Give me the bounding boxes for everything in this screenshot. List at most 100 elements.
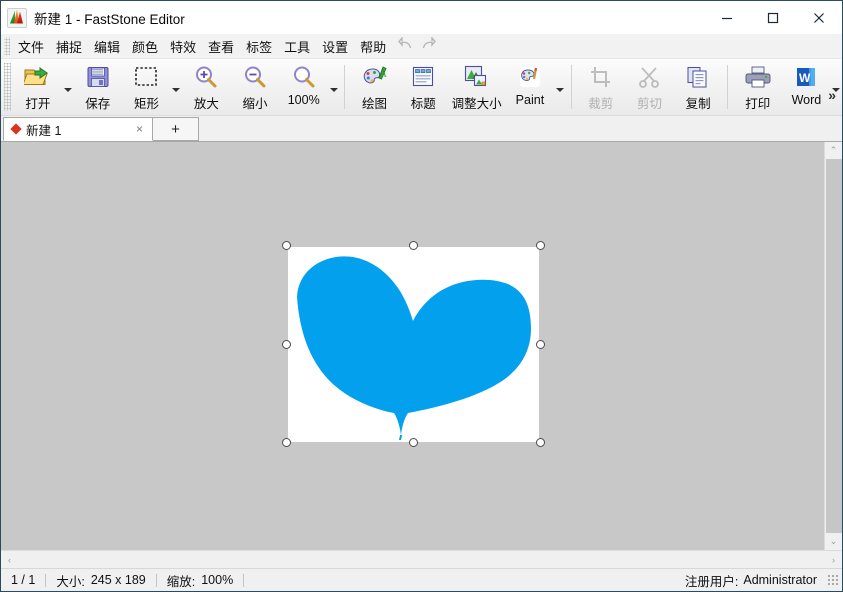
undo-icon[interactable] xyxy=(398,36,413,55)
menu-item-view[interactable]: 查看 xyxy=(202,35,240,58)
toolbar-label-rectangle: 矩形 xyxy=(133,97,159,111)
caption-icon xyxy=(411,64,435,90)
svg-text:A: A xyxy=(379,69,387,80)
tab-label: 新建 1 xyxy=(26,123,62,138)
selection-handle-bottom-left[interactable] xyxy=(282,438,291,447)
floppy-save-icon xyxy=(86,64,110,90)
vertical-scroll-trough[interactable] xyxy=(825,159,842,533)
window-title: 新建 1 - FastStone Editor xyxy=(34,11,185,27)
rectangle-dropdown-caret-icon[interactable] xyxy=(171,59,182,115)
faststone-editor-window: 新建 1 - FastStone Editor 文件 捕捉 编辑 颜色 特效 查… xyxy=(0,0,843,592)
status-zoom-label: 缩放: xyxy=(166,574,196,589)
toolbar-button-rectangle[interactable]: 矩形 xyxy=(122,59,171,115)
toolbar-label-paint: Paint xyxy=(515,93,545,107)
toolbar-button-print[interactable]: 打印 xyxy=(733,59,782,115)
title-bar: 新建 1 - FastStone Editor xyxy=(1,1,842,34)
menu-item-color[interactable]: 颜色 xyxy=(126,35,164,58)
toolbar-button-cut[interactable]: 剪切 xyxy=(625,59,674,115)
toolbar-button-zoom-out[interactable]: 缩小 xyxy=(231,59,280,115)
zoom-actual-icon xyxy=(292,64,316,90)
toolbar-button-zoom-actual[interactable]: 100% xyxy=(279,59,328,115)
toolbar-label-open: 打开 xyxy=(25,97,51,111)
toolbar-button-caption[interactable]: 标题 xyxy=(399,59,448,115)
resize-icon xyxy=(464,64,490,90)
menu-item-capture[interactable]: 捕捉 xyxy=(50,35,88,58)
toolbar-button-open[interactable]: 打开 xyxy=(14,59,63,115)
selection-handle-middle-left[interactable] xyxy=(282,340,291,349)
toolbar-label-zoom-in: 放大 xyxy=(193,97,219,111)
word-icon: W xyxy=(795,64,817,90)
status-bar: 1 / 1 大小: 245 x 189 缩放: 100% 注册用户: Admin… xyxy=(1,568,842,591)
faststone-logo-icon xyxy=(7,7,27,28)
toolbar: 打开 保存 矩形 放大 缩小 100% A 绘图 标题 调整大小 Paint 裁… xyxy=(1,59,842,116)
menu-item-help[interactable]: 帮助 xyxy=(354,35,392,58)
menu-drag-grip[interactable] xyxy=(4,37,10,55)
toolbar-label-caption: 标题 xyxy=(410,97,436,111)
tab-close-icon[interactable]: × xyxy=(133,122,146,136)
toolbar-button-copy[interactable]: 复制 xyxy=(674,59,723,115)
tab-modified-indicator-icon xyxy=(10,123,22,135)
menu-item-file[interactable]: 文件 xyxy=(12,35,50,58)
toolbar-label-draw: 绘图 xyxy=(362,97,388,111)
scroll-down-icon[interactable]: ⌄ xyxy=(825,533,842,550)
open-folder-icon xyxy=(23,64,52,90)
work-area: ⌃ ⌄ ‹ › xyxy=(1,142,842,568)
scroll-left-icon[interactable]: ‹ xyxy=(1,555,18,565)
zoom-dropdown-caret-icon[interactable] xyxy=(328,59,339,115)
minimize-icon[interactable] xyxy=(704,1,750,34)
window-controls xyxy=(704,1,842,34)
toolbar-label-save: 保存 xyxy=(85,97,111,111)
toolbar-button-draw[interactable]: A 绘图 xyxy=(350,59,399,115)
status-user-label: 注册用户: xyxy=(684,574,739,589)
toolbar-label-zoom-out: 缩小 xyxy=(242,97,268,111)
toolbar-label-cut: 剪切 xyxy=(636,97,662,111)
image-canvas[interactable] xyxy=(1,142,824,550)
selection-handle-top-left[interactable] xyxy=(282,241,291,250)
copy-icon xyxy=(686,64,710,90)
selection-frame[interactable] xyxy=(282,241,545,448)
toolbar-button-resize[interactable]: 调整大小 xyxy=(448,59,506,115)
redo-icon[interactable] xyxy=(421,36,437,55)
resize-grip-icon[interactable] xyxy=(827,574,839,586)
horizontal-scroll-trough[interactable] xyxy=(18,551,825,568)
status-zoom-value: 100% xyxy=(201,573,234,587)
selection-handle-bottom-center[interactable] xyxy=(409,438,418,447)
tab-new-1[interactable]: 新建 1 × xyxy=(3,117,153,141)
toolbar-label-resize: 调整大小 xyxy=(451,97,502,111)
selection-handle-top-right[interactable] xyxy=(536,241,545,250)
paint-icon xyxy=(518,64,542,90)
maximize-icon[interactable] xyxy=(750,1,796,34)
new-tab-button[interactable]: + xyxy=(153,117,199,141)
selection-handle-top-center[interactable] xyxy=(409,241,418,250)
toolbar-button-word[interactable]: W Word xyxy=(782,59,831,115)
status-user-value: Administrator xyxy=(743,573,817,587)
vertical-scrollbar[interactable]: ⌃ ⌄ xyxy=(824,142,842,550)
scroll-right-icon[interactable]: › xyxy=(825,555,842,565)
toolbar-button-save[interactable]: 保存 xyxy=(73,59,122,115)
rectangle-select-icon xyxy=(133,64,159,90)
horizontal-scrollbar[interactable]: ‹ › xyxy=(1,550,842,568)
selection-handle-bottom-right[interactable] xyxy=(536,438,545,447)
scissors-cut-icon xyxy=(638,64,660,90)
menu-item-edit[interactable]: 编辑 xyxy=(88,35,126,58)
svg-text:W: W xyxy=(799,71,811,85)
menu-item-tags[interactable]: 标签 xyxy=(240,35,278,58)
menu-item-settings[interactable]: 设置 xyxy=(316,35,354,58)
menu-item-effects[interactable]: 特效 xyxy=(164,35,202,58)
toolbar-button-crop[interactable]: 裁剪 xyxy=(576,59,625,115)
scroll-up-icon[interactable]: ⌃ xyxy=(825,142,842,159)
toolbar-label-word: Word xyxy=(791,93,822,107)
toolbar-label-copy: 复制 xyxy=(685,97,711,111)
close-icon[interactable] xyxy=(796,1,842,34)
draw-palette-icon: A xyxy=(362,64,388,90)
menu-item-tools[interactable]: 工具 xyxy=(278,35,316,58)
status-size-value: 245 x 189 xyxy=(90,573,146,587)
toolbar-button-paint[interactable]: Paint xyxy=(506,59,555,115)
toolbar-button-zoom-in[interactable]: 放大 xyxy=(182,59,231,115)
open-dropdown-caret-icon[interactable] xyxy=(62,59,73,115)
toolbar-overflow-icon[interactable]: » xyxy=(828,87,836,103)
status-divider-3 xyxy=(243,573,245,587)
paint-dropdown-caret-icon[interactable] xyxy=(554,59,565,115)
toolbar-drag-grip[interactable] xyxy=(4,63,11,111)
selection-handle-middle-right[interactable] xyxy=(536,340,545,349)
